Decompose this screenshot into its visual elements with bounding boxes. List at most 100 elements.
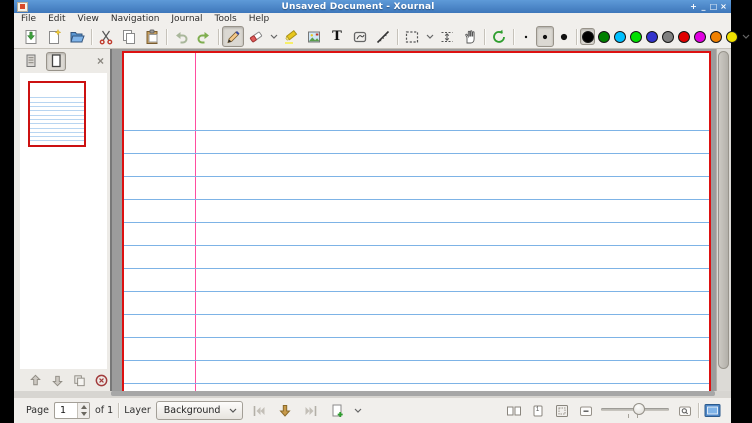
titlebar[interactable]: Unsaved Document - Xournal +_□× — [14, 0, 731, 13]
color-black-button[interactable] — [580, 28, 595, 45]
statusbar: Page 1 of 1 Layer Background — [14, 397, 731, 423]
duplicate-page-button[interactable] — [71, 371, 88, 389]
menu-item-tools[interactable]: Tools — [214, 14, 238, 24]
new-button[interactable] — [43, 26, 65, 47]
shape-recognizer-button[interactable] — [349, 26, 371, 47]
hand-tool-button[interactable] — [459, 26, 481, 47]
magenta-color-swatch — [694, 31, 706, 43]
maximize-button[interactable]: □ — [709, 1, 718, 12]
move-page-up-button[interactable] — [27, 371, 44, 389]
green-color-swatch — [598, 31, 610, 43]
highlighter-tool-button[interactable] — [280, 26, 302, 47]
eraser-tool-button[interactable] — [245, 26, 267, 47]
open-button[interactable] — [66, 26, 88, 47]
color-yellow-button[interactable] — [724, 28, 739, 45]
rollup-button[interactable]: + — [689, 1, 698, 12]
color-lightblue-button[interactable] — [612, 28, 627, 45]
new-page-plus-icon — [329, 403, 345, 419]
sidebar-close-button[interactable]: × — [96, 55, 105, 67]
color-magenta-button[interactable] — [692, 28, 707, 45]
page-thumbnail[interactable] — [28, 81, 86, 147]
last-page-button[interactable] — [300, 401, 321, 421]
spinner-down-button[interactable] — [78, 411, 89, 419]
vertical-scrollbar[interactable] — [716, 49, 731, 391]
vertical-space-button[interactable] — [436, 26, 458, 47]
fullscreen-button[interactable] — [702, 401, 723, 421]
sidebar-actions — [14, 369, 110, 391]
undo-button[interactable] — [170, 26, 192, 47]
menu-item-navigation[interactable]: Navigation — [110, 14, 161, 24]
menu-item-help[interactable]: Help — [248, 14, 271, 24]
spinner-up-button[interactable] — [78, 403, 89, 411]
minimize-button[interactable]: _ — [699, 1, 708, 12]
move-page-down-button[interactable] — [49, 371, 66, 389]
menu-item-journal[interactable]: Journal — [170, 14, 203, 24]
ruler-tool-button[interactable] — [372, 26, 394, 47]
first-page-button[interactable] — [248, 401, 269, 421]
page-number-value: 1 — [55, 403, 77, 418]
layers-tab-button[interactable] — [21, 52, 41, 71]
horizontal-scrollbar[interactable] — [14, 391, 731, 397]
new-page-after-button[interactable] — [326, 401, 347, 421]
rule-line — [124, 383, 709, 384]
save-button[interactable] — [20, 26, 42, 47]
pages-tab-button[interactable] — [46, 52, 66, 71]
document-page[interactable] — [122, 51, 711, 391]
canvas-area[interactable] — [110, 49, 716, 391]
single-page-number: 1 — [527, 406, 548, 413]
paste-button[interactable] — [141, 26, 163, 47]
horizontal-scrollbar-thumb[interactable] — [111, 391, 715, 396]
color-options-dropdown[interactable] — [740, 26, 751, 47]
pen-tool-button[interactable] — [222, 26, 244, 47]
copy-icon — [121, 29, 137, 45]
dual-page-icon — [506, 403, 522, 419]
fit-page-button[interactable] — [551, 401, 572, 421]
zoom-in-button[interactable] — [674, 401, 695, 421]
cut-button[interactable] — [95, 26, 117, 47]
color-green-button[interactable] — [596, 28, 611, 45]
image-tool-button[interactable] — [303, 26, 325, 47]
selection-options-dropdown[interactable] — [424, 26, 435, 47]
menu-item-edit[interactable]: Edit — [47, 14, 66, 24]
vertical-scrollbar-thumb[interactable] — [718, 51, 729, 369]
toolbar: T — [14, 25, 731, 49]
layer-combobox[interactable]: Background — [156, 401, 244, 420]
eraser-options-dropdown[interactable] — [268, 26, 279, 47]
jump-to-page-button[interactable] — [274, 401, 295, 421]
redo-button[interactable] — [193, 26, 215, 47]
toolbar-separator — [513, 29, 514, 45]
chevron-down-icon — [426, 34, 434, 39]
thumb-rule-line — [30, 145, 84, 146]
zoom-slider[interactable] — [599, 402, 671, 420]
chevron-down-icon — [354, 408, 362, 413]
default-reset-icon — [491, 29, 507, 45]
thickness-thick-button[interactable] — [555, 26, 573, 47]
color-red-button[interactable] — [676, 28, 691, 45]
page-options-dropdown[interactable] — [352, 400, 363, 421]
select-region-button[interactable] — [401, 26, 423, 47]
menu-item-view[interactable]: View — [77, 14, 100, 24]
delete-page-button[interactable] — [93, 371, 110, 389]
color-lightgreen-button[interactable] — [628, 28, 643, 45]
zoom-out-button[interactable] — [575, 401, 596, 421]
text-tool-button[interactable]: T — [326, 26, 348, 47]
continuous-view-button[interactable] — [503, 401, 524, 421]
copy-button[interactable] — [118, 26, 140, 47]
color-blue-button[interactable] — [644, 28, 659, 45]
thickness-medium-button[interactable] — [536, 26, 554, 47]
color-orange-button[interactable] — [708, 28, 723, 45]
close-button[interactable]: × — [719, 1, 728, 12]
toolbar-separator — [91, 29, 92, 45]
jump-down-arrow-icon — [277, 403, 293, 419]
page-thumbnail-list[interactable] — [20, 73, 107, 369]
default-tool-button[interactable] — [488, 26, 510, 47]
color-gray-button[interactable] — [660, 28, 675, 45]
save-icon — [23, 29, 39, 45]
menu-item-file[interactable]: File — [20, 14, 37, 24]
page-number-spinner[interactable]: 1 — [54, 402, 90, 419]
zoom-slider-handle[interactable] — [633, 403, 645, 415]
thickness-fine-button[interactable] — [517, 26, 535, 47]
chevron-down-icon — [742, 34, 750, 39]
one-page-view-button[interactable]: 1 — [527, 401, 548, 421]
rule-line — [124, 222, 709, 223]
